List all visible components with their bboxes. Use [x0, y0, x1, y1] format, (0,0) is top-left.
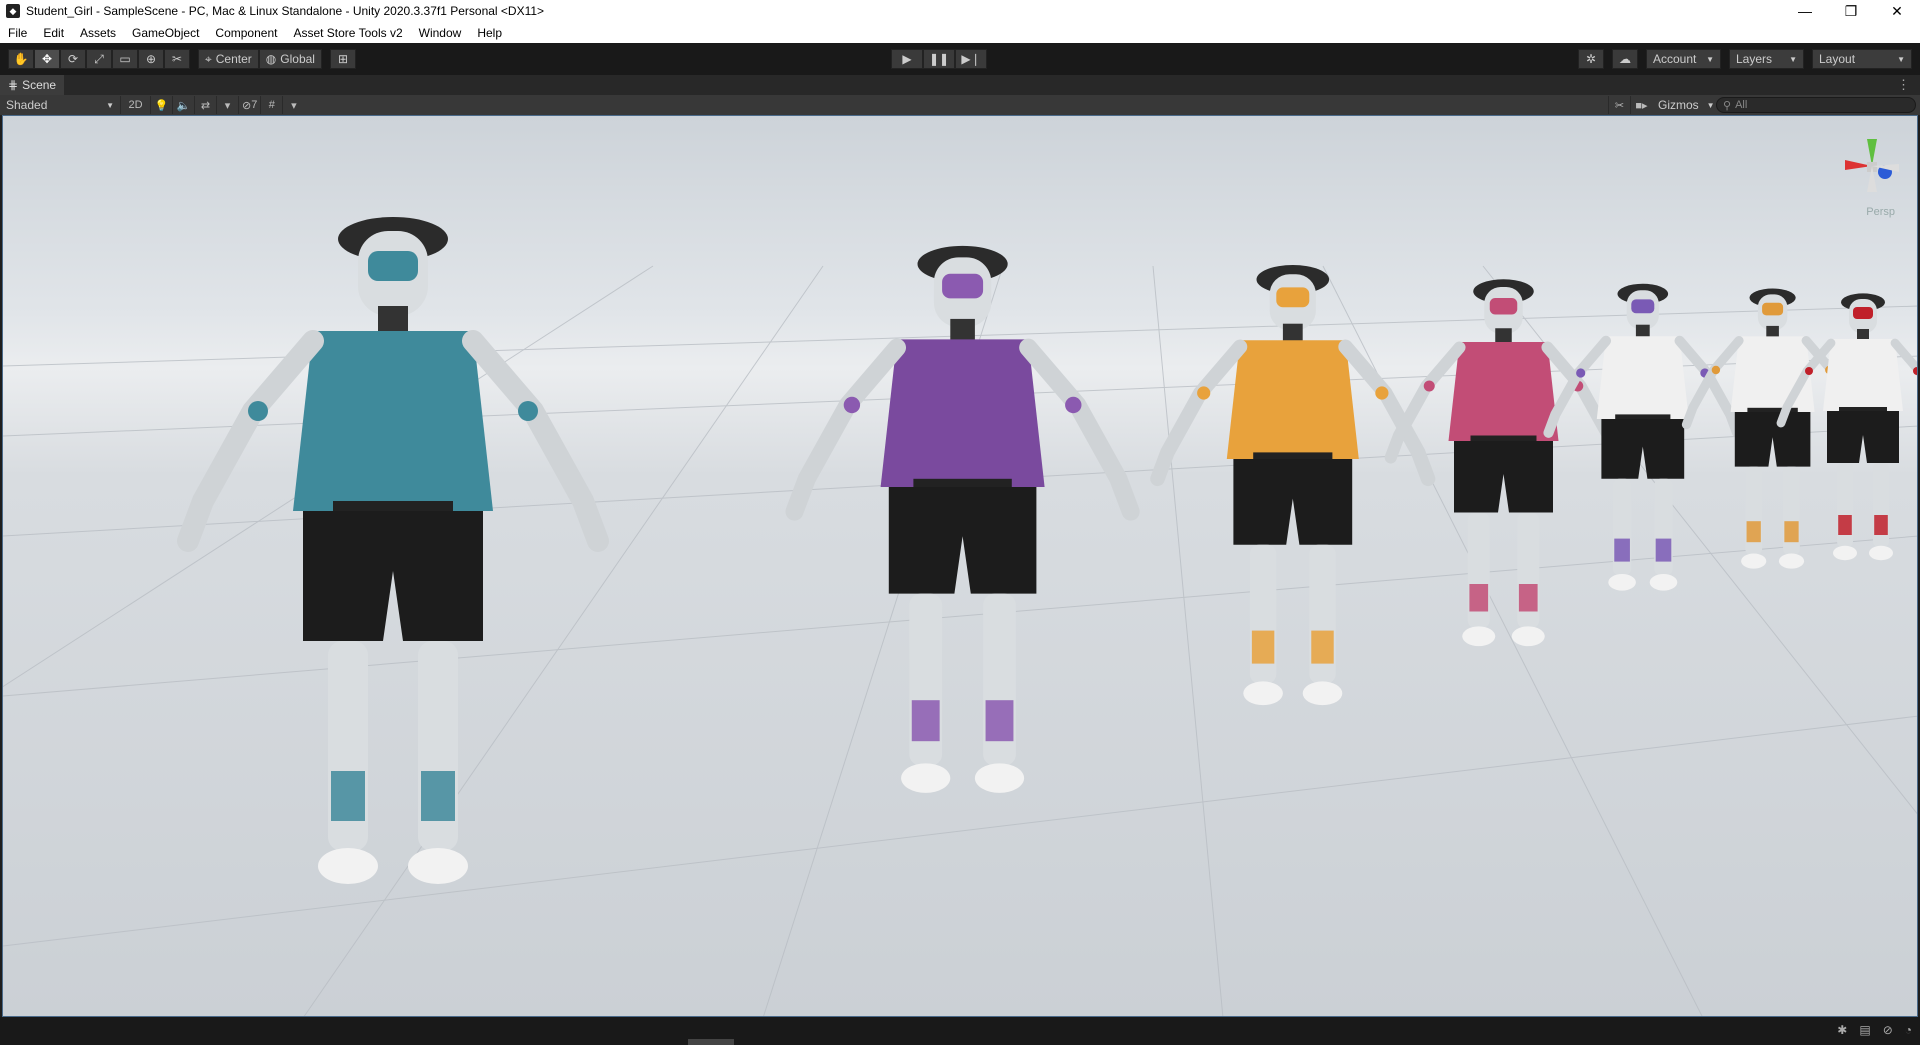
- globe-icon: ◍: [265, 52, 277, 66]
- scene-tab-bar: ⋕ Scene ⋮: [0, 75, 1920, 95]
- snap-tools: ⊞: [329, 49, 356, 69]
- grid-visibility-icon[interactable]: #: [260, 96, 282, 114]
- lighting-icon[interactable]: 💡: [150, 96, 172, 114]
- hidden-objects-button[interactable]: ⊘ 7: [238, 96, 260, 114]
- rotate-tool-icon[interactable]: ⟳: [60, 49, 86, 69]
- tab-scene-label: Scene: [22, 78, 57, 92]
- main-toolbar: ✋ ✥ ⟳ ⤢ ▭ ⊕ ✂ ⌖ Center ◍ Global ⊞ ▶ ❚❚ ▶…: [0, 43, 1920, 75]
- scene-search-input[interactable]: ⚲ All: [1716, 97, 1916, 113]
- menu-bar: File Edit Assets GameObject Component As…: [0, 22, 1920, 44]
- audio-icon[interactable]: 🔈: [172, 96, 194, 114]
- close-button[interactable]: ✕: [1874, 0, 1920, 22]
- character-model[interactable]: [1771, 291, 1918, 571]
- menu-assets[interactable]: Assets: [72, 26, 124, 40]
- pivot-center-button[interactable]: ⌖ Center: [198, 49, 259, 69]
- layout-dropdown[interactable]: Layout ▼: [1812, 49, 1912, 69]
- grid-dropdown-icon[interactable]: ▾: [282, 96, 304, 114]
- account-label: Account: [1653, 52, 1697, 66]
- window-title: Student_Girl - SampleScene - PC, Mac & L…: [26, 4, 545, 18]
- status-icons: ✱ ▤ ⊘ ◔: [1837, 1023, 1912, 1037]
- play-button[interactable]: ▶: [891, 49, 923, 69]
- camera-icon[interactable]: ■▸: [1630, 96, 1652, 114]
- maximize-button[interactable]: ❐: [1828, 0, 1874, 22]
- layers-label: Layers: [1736, 52, 1773, 66]
- projection-label[interactable]: Persp: [1866, 206, 1895, 218]
- toolbar-right: ✲ ☁ Account ▼ Layers ▼ Layout ▼: [1578, 49, 1912, 69]
- chevron-down-icon: ▼: [1789, 54, 1797, 64]
- performance-icon[interactable]: ⊘: [1883, 1023, 1893, 1037]
- chevron-down-icon: ▼: [1706, 54, 1714, 64]
- window-titlebar: ◆ Student_Girl - SampleScene - PC, Mac &…: [0, 0, 1920, 22]
- progress-icon[interactable]: ◔: [1905, 1023, 1912, 1037]
- account-dropdown[interactable]: Account ▼: [1646, 49, 1721, 69]
- step-button[interactable]: ▶❘: [955, 49, 987, 69]
- chevron-down-icon: ▼: [1706, 100, 1715, 110]
- effects-icon[interactable]: ⇄: [194, 96, 216, 114]
- character-model[interactable]: [163, 211, 623, 911]
- grid-snap-icon[interactable]: ⊞: [329, 49, 356, 69]
- transform-tool-icon[interactable]: ⊕: [138, 49, 164, 69]
- menu-edit[interactable]: Edit: [35, 26, 72, 40]
- search-placeholder: All: [1735, 99, 1748, 111]
- unity-logo-icon: ◆: [6, 4, 20, 18]
- more-options-icon[interactable]: ⋮: [1897, 77, 1910, 93]
- bug-icon[interactable]: ✱: [1837, 1023, 1847, 1037]
- menu-component[interactable]: Component: [207, 26, 285, 40]
- pivot-icon: ⌖: [205, 51, 212, 66]
- toggle-2d-button[interactable]: 2D: [120, 96, 150, 114]
- gizmos-dropdown[interactable]: Gizmos ▼: [1652, 96, 1716, 114]
- cloud-icon[interactable]: ☁: [1612, 49, 1638, 69]
- move-tool-icon[interactable]: ✥: [34, 49, 60, 69]
- effects-dropdown-icon[interactable]: ▾: [216, 96, 238, 114]
- space-label: Global: [280, 52, 315, 66]
- layout-label: Layout: [1819, 52, 1856, 66]
- scale-tool-icon[interactable]: ⤢: [86, 49, 112, 69]
- custom-tool-icon[interactable]: ✂: [164, 49, 190, 69]
- tab-scene[interactable]: ⋕ Scene: [0, 75, 65, 95]
- hidden-count: 7: [251, 99, 258, 111]
- cache-icon[interactable]: ▤: [1859, 1023, 1870, 1037]
- eye-slash-icon: ⊘: [242, 99, 252, 112]
- menu-file[interactable]: File: [0, 26, 35, 40]
- menu-help[interactable]: Help: [469, 26, 510, 40]
- search-icon: ⚲: [1723, 99, 1732, 112]
- transform-tools: ✋ ✥ ⟳ ⤢ ▭ ⊕ ✂: [8, 49, 190, 69]
- pivot-space-button[interactable]: ◍ Global: [258, 49, 322, 69]
- hand-tool-icon[interactable]: ✋: [8, 49, 34, 69]
- pivot-label: Center: [215, 52, 252, 66]
- status-bar: ✱ ▤ ⊘ ◔: [0, 1017, 1920, 1045]
- layers-dropdown[interactable]: Layers ▼: [1729, 49, 1804, 69]
- orientation-gizmo[interactable]: [1837, 124, 1907, 214]
- rect-tool-icon[interactable]: ▭: [112, 49, 138, 69]
- tools-icon[interactable]: ✂: [1608, 96, 1630, 114]
- grid-icon: ⋕: [8, 78, 19, 92]
- minimize-button[interactable]: —: [1782, 0, 1828, 22]
- scene-viewport[interactable]: Persp: [2, 115, 1918, 1017]
- menu-gameobject[interactable]: GameObject: [124, 26, 207, 40]
- pause-button[interactable]: ❚❚: [923, 49, 955, 69]
- menu-asset-store-tools[interactable]: Asset Store Tools v2: [285, 26, 410, 40]
- draw-mode-label: Shaded: [6, 98, 48, 112]
- draw-mode-dropdown[interactable]: Shaded ▼: [0, 96, 120, 114]
- character-model[interactable]: [774, 241, 1151, 815]
- chevron-down-icon: ▼: [106, 100, 114, 110]
- play-controls: ▶ ❚❚ ▶❘: [891, 49, 987, 69]
- pivot-tools: ⌖ Center ◍ Global: [198, 49, 322, 69]
- scene-view-toolbar: Shaded ▼ 2D 💡 🔈 ⇄ ▾ ⊘ 7 # ▾ ✂ ■▸ Gizmos …: [0, 95, 1920, 116]
- chevron-down-icon: ▼: [1897, 54, 1905, 64]
- resize-handle[interactable]: [688, 1039, 734, 1045]
- gizmos-label: Gizmos: [1658, 98, 1699, 112]
- menu-window[interactable]: Window: [411, 26, 470, 40]
- collab-icon[interactable]: ✲: [1578, 49, 1604, 69]
